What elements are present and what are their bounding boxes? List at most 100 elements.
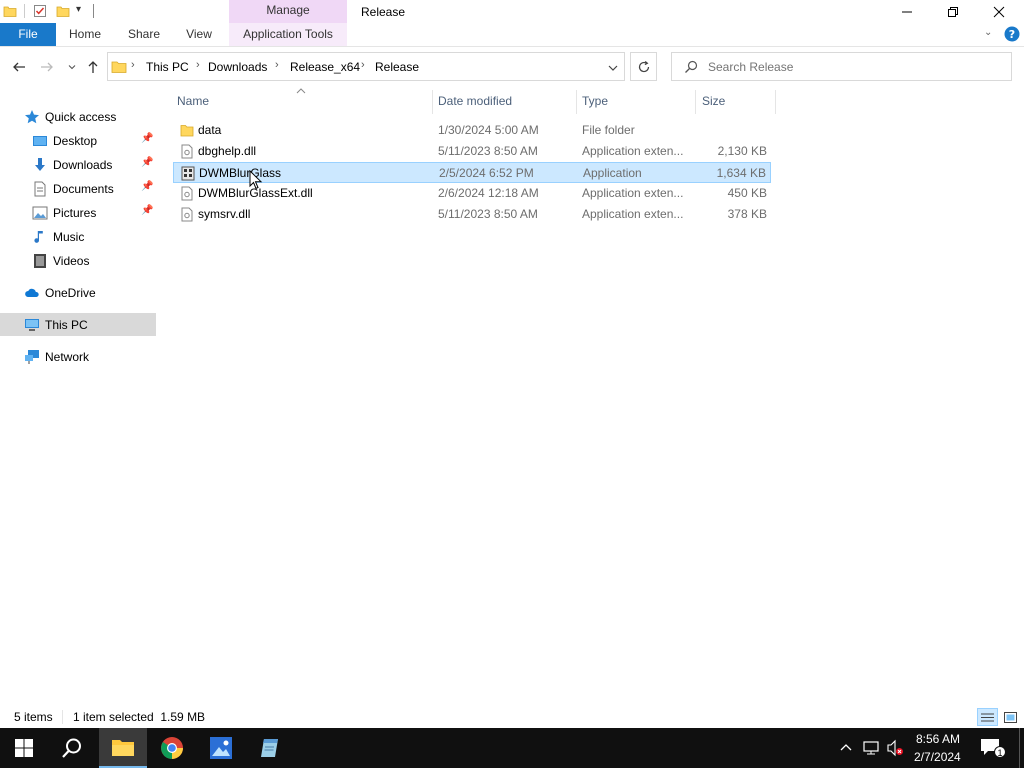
documents-icon bbox=[34, 181, 46, 197]
pin-icon: 📌 bbox=[141, 205, 154, 216]
taskbar-app-notepad[interactable] bbox=[246, 728, 294, 768]
breadcrumb-separator-icon[interactable]: › bbox=[275, 59, 279, 71]
taskbar: 8:56 AM 2/7/2024 1 bbox=[0, 728, 1024, 768]
file-type: Application bbox=[583, 166, 642, 180]
column-divider[interactable] bbox=[576, 90, 577, 114]
nav-item-documents[interactable]: Documents 📌 bbox=[0, 177, 156, 200]
nav-item-music[interactable]: Music bbox=[0, 225, 156, 248]
column-header-date[interactable]: Date modified bbox=[438, 94, 512, 108]
tab-share[interactable]: Share bbox=[122, 23, 166, 46]
nav-item-downloads[interactable]: Downloads 📌 bbox=[0, 153, 156, 176]
nav-item-label: This PC bbox=[45, 318, 88, 332]
tab-home[interactable]: Home bbox=[62, 23, 108, 46]
refresh-icon bbox=[638, 60, 649, 72]
nav-item-onedrive[interactable]: OneDrive bbox=[0, 281, 156, 304]
column-divider[interactable] bbox=[432, 90, 433, 114]
breadcrumb-this-pc[interactable]: This PC bbox=[146, 60, 189, 74]
column-header-size[interactable]: Size bbox=[702, 94, 725, 108]
nav-item-quick-access[interactable]: Quick access bbox=[0, 105, 156, 128]
search-icon bbox=[62, 738, 81, 758]
large-icons-view-button[interactable] bbox=[1001, 708, 1020, 726]
file-row[interactable]: symsrv.dll 5/11/2023 8:50 AM Application… bbox=[173, 204, 771, 225]
properties-icon[interactable] bbox=[33, 4, 47, 18]
file-date: 1/30/2024 5:00 AM bbox=[438, 123, 539, 137]
taskbar-search-button[interactable] bbox=[48, 728, 96, 768]
close-button[interactable] bbox=[976, 0, 1022, 23]
show-hidden-icons-icon[interactable] bbox=[840, 742, 852, 752]
forward-button[interactable] bbox=[38, 58, 56, 76]
selection-info: 1 item selected 1.59 MB bbox=[73, 710, 206, 724]
help-icon[interactable]: ? bbox=[1004, 26, 1020, 42]
chevron-down-icon bbox=[68, 65, 76, 70]
file-row[interactable]: data 1/30/2024 5:00 AM File folder bbox=[173, 120, 771, 141]
nav-item-desktop[interactable]: Desktop 📌 bbox=[0, 129, 156, 152]
restore-icon bbox=[948, 6, 958, 17]
file-size: 450 KB bbox=[727, 186, 767, 200]
details-view-button[interactable] bbox=[977, 708, 998, 726]
volume-muted-icon[interactable] bbox=[886, 739, 904, 757]
customize-toolbar-icon[interactable]: ▾ bbox=[76, 4, 81, 15]
back-button[interactable] bbox=[10, 58, 28, 76]
column-header-name[interactable]: Name bbox=[177, 94, 209, 108]
network-status-icon[interactable] bbox=[863, 740, 879, 756]
nav-item-pictures[interactable]: Pictures 📌 bbox=[0, 201, 156, 224]
search-icon bbox=[685, 60, 698, 73]
recent-locations-button[interactable] bbox=[63, 58, 81, 76]
file-list: Name Date modified Type Size data 1/30/2… bbox=[157, 88, 1024, 708]
taskbar-app-photos[interactable] bbox=[197, 728, 245, 768]
address-bar[interactable]: › This PC › Downloads › Release_x64 › Re… bbox=[107, 52, 625, 81]
nav-item-label: Pictures bbox=[53, 206, 97, 220]
chevron-down-icon[interactable] bbox=[607, 62, 619, 74]
file-row[interactable]: dbghelp.dll 5/11/2023 8:50 AM Applicatio… bbox=[173, 141, 771, 162]
nav-item-label: Videos bbox=[53, 254, 90, 268]
breadcrumb-downloads[interactable]: Downloads bbox=[208, 60, 267, 74]
chrome-icon bbox=[161, 737, 183, 759]
sort-ascending-icon bbox=[296, 88, 306, 94]
manage-context-tab[interactable]: Manage bbox=[229, 0, 347, 23]
nav-item-this-pc[interactable]: This PC bbox=[0, 313, 156, 336]
dll-file-icon bbox=[181, 207, 193, 222]
item-count: 5 items bbox=[14, 710, 53, 724]
file-date: 2/6/2024 12:18 AM bbox=[438, 186, 539, 200]
folder-icon bbox=[112, 740, 134, 756]
breadcrumb-separator-icon[interactable]: › bbox=[361, 59, 365, 71]
minimize-button[interactable] bbox=[884, 0, 930, 23]
start-button[interactable] bbox=[0, 728, 48, 768]
column-divider[interactable] bbox=[775, 90, 776, 114]
search-box[interactable] bbox=[671, 52, 1012, 81]
breadcrumb-separator-icon[interactable]: › bbox=[131, 59, 135, 71]
clock-time[interactable]: 8:56 AM bbox=[916, 732, 960, 746]
clock-date[interactable]: 2/7/2024 bbox=[914, 750, 961, 764]
column-header-type[interactable]: Type bbox=[582, 94, 608, 108]
up-button[interactable] bbox=[84, 58, 102, 76]
computer-icon bbox=[25, 319, 39, 331]
tab-application-tools[interactable]: Application Tools bbox=[229, 23, 347, 46]
refresh-button[interactable] bbox=[630, 52, 657, 81]
application-icon bbox=[181, 166, 195, 181]
nav-item-videos[interactable]: Videos bbox=[0, 249, 156, 272]
restore-button[interactable] bbox=[930, 0, 976, 23]
pin-icon: 📌 bbox=[141, 133, 154, 144]
nav-item-label: Music bbox=[53, 230, 85, 244]
tab-view[interactable]: View bbox=[178, 23, 220, 46]
show-desktop-button[interactable] bbox=[1019, 728, 1024, 768]
breadcrumb-release-x64[interactable]: Release_x64 bbox=[290, 60, 360, 74]
notepad-icon bbox=[261, 739, 278, 757]
expand-ribbon-icon[interactable]: ⌄ bbox=[984, 27, 992, 38]
nav-item-network[interactable]: Network bbox=[0, 345, 156, 368]
column-divider[interactable] bbox=[695, 90, 696, 114]
file-type: Application exten... bbox=[582, 144, 684, 158]
videos-icon bbox=[34, 254, 46, 268]
folder-icon bbox=[111, 61, 127, 73]
file-date: 5/11/2023 8:50 AM bbox=[438, 207, 538, 221]
mouse-cursor-icon bbox=[249, 170, 263, 190]
tab-file[interactable]: File bbox=[0, 23, 56, 46]
photos-app-icon bbox=[210, 737, 232, 759]
action-center-button[interactable]: 1 bbox=[980, 738, 1006, 760]
search-input[interactable] bbox=[708, 58, 998, 76]
taskbar-file-explorer[interactable] bbox=[99, 728, 147, 768]
breadcrumb-separator-icon[interactable]: › bbox=[196, 59, 200, 71]
breadcrumb-release[interactable]: Release bbox=[375, 60, 419, 74]
new-folder-icon[interactable] bbox=[56, 4, 70, 18]
taskbar-chrome[interactable] bbox=[148, 728, 196, 768]
